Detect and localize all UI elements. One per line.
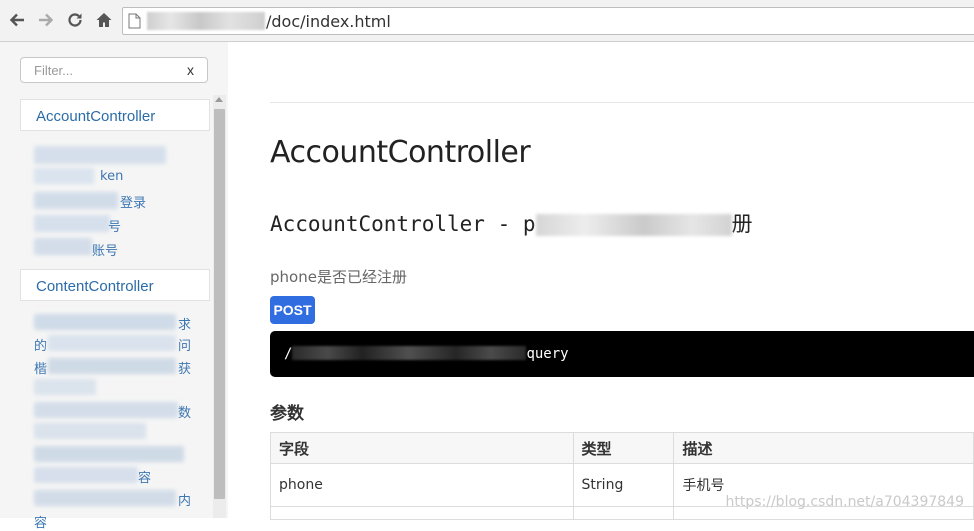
link-fragment[interactable]: 账号 xyxy=(92,240,118,259)
link-fragment[interactable]: 楷 xyxy=(34,358,47,377)
redacted-link[interactable] xyxy=(34,192,118,209)
redacted-link[interactable] xyxy=(34,402,178,418)
redacted-link[interactable] xyxy=(48,335,176,351)
sidebar: x AccountController ken 登录 号 账号 ContentC… xyxy=(0,42,228,531)
redacted-link[interactable] xyxy=(48,358,176,374)
link-fragment[interactable]: 容 xyxy=(34,512,47,531)
redacted-link[interactable] xyxy=(34,146,166,164)
watermark: https://blog.csdn.net/a704397849 xyxy=(725,494,965,510)
redacted-path xyxy=(292,346,527,360)
link-fragment[interactable]: 容 xyxy=(138,467,151,486)
redacted-link[interactable] xyxy=(34,490,176,506)
link-fragment[interactable]: ken xyxy=(100,169,123,184)
filter-field[interactable]: x xyxy=(20,57,208,83)
back-arrow-icon[interactable] xyxy=(6,9,28,31)
redacted-text xyxy=(535,214,732,236)
reload-icon[interactable] xyxy=(64,9,86,31)
link-fragment[interactable]: 登录 xyxy=(120,192,146,211)
browser-toolbar: /doc/index.html xyxy=(0,0,974,42)
redacted-link[interactable] xyxy=(34,215,110,232)
divider xyxy=(270,102,974,103)
table-cell: phone xyxy=(270,463,574,507)
api-title: AccountController - p册 xyxy=(270,212,753,236)
home-icon[interactable] xyxy=(93,9,115,31)
page-title: AccountController xyxy=(270,135,531,170)
sidebar-scroll-thumb[interactable] xyxy=(214,109,225,499)
column-header: 描述 xyxy=(673,432,974,464)
scroll-up-icon[interactable] xyxy=(215,97,223,102)
page-icon xyxy=(128,13,141,34)
link-fragment[interactable]: 获 xyxy=(178,358,191,377)
redacted-link[interactable] xyxy=(34,238,92,255)
controller-label: AccountController xyxy=(36,108,156,125)
address-bar[interactable]: /doc/index.html xyxy=(122,7,974,35)
link-fragment[interactable]: 数 xyxy=(178,402,191,421)
controller-contentcontroller[interactable]: ContentController xyxy=(20,269,210,301)
filter-input[interactable] xyxy=(32,62,176,79)
redacted-link[interactable] xyxy=(34,379,96,395)
main-content: AccountController AccountController - p册… xyxy=(228,42,974,520)
column-header: 类型 xyxy=(572,432,675,464)
table-cell: String xyxy=(572,463,675,507)
table-header-row: 字段 类型 描述 xyxy=(270,432,974,464)
forward-arrow-icon[interactable] xyxy=(35,9,57,31)
url-text[interactable]: /doc/index.html xyxy=(147,12,391,31)
controller-accountcontroller[interactable]: AccountController xyxy=(20,99,210,131)
endpoint-box: / query xyxy=(270,331,974,377)
link-fragment[interactable]: 的 xyxy=(34,335,47,354)
link-fragment[interactable]: 号 xyxy=(108,216,121,235)
endpoint-path: / query xyxy=(284,346,569,362)
api-description: phone是否已经注册 xyxy=(270,268,407,286)
redacted-link[interactable] xyxy=(34,467,138,483)
redacted-link[interactable] xyxy=(34,423,146,439)
link-fragment[interactable]: 内 xyxy=(178,490,191,509)
column-header: 字段 xyxy=(270,432,574,464)
redacted-link[interactable] xyxy=(34,314,176,330)
method-badge: POST xyxy=(270,296,315,324)
redacted-link[interactable] xyxy=(34,446,184,462)
url-redacted xyxy=(147,12,265,30)
link-fragment[interactable]: 求 xyxy=(178,314,191,333)
controller-label: ContentController xyxy=(36,278,154,295)
params-heading: 参数 xyxy=(270,404,304,424)
clear-filter-button[interactable]: x xyxy=(187,62,194,78)
link-fragment[interactable]: 问 xyxy=(178,335,191,354)
redacted-link[interactable] xyxy=(34,168,94,184)
